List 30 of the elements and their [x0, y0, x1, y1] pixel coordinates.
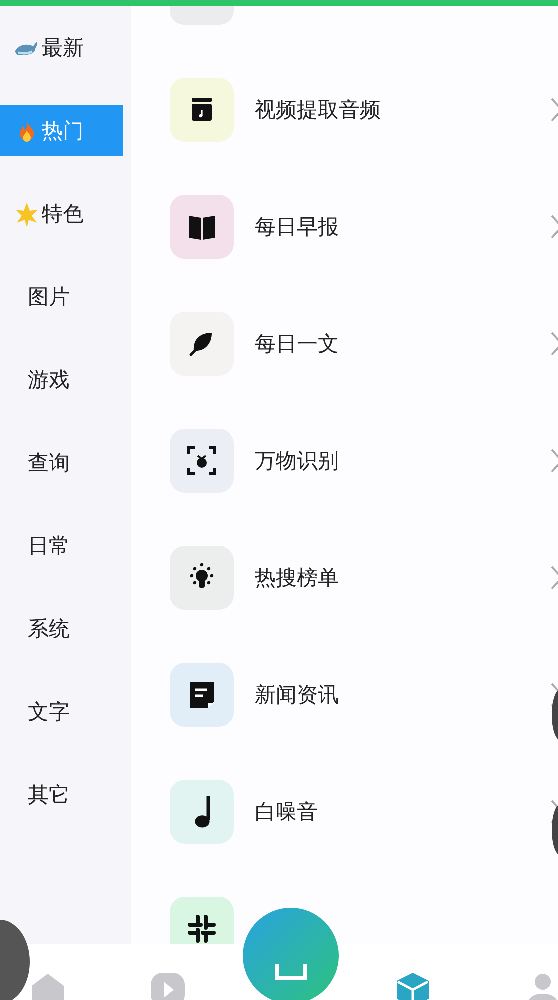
- tool-label[interactable]: 热搜榜单: [255, 564, 339, 592]
- tool-icon-tile[interactable]: [170, 546, 234, 610]
- category-tab[interactable]: 特色: [0, 188, 123, 239]
- tool-icon-tile[interactable]: [170, 780, 234, 844]
- tool-label[interactable]: 新闻资讯: [255, 680, 339, 708]
- cube-icon[interactable]: [395, 972, 431, 1000]
- tool-label[interactable]: 视频提取音频: [255, 96, 381, 124]
- whale-icon: [14, 40, 40, 54]
- tool-icon-tile[interactable]: [170, 194, 234, 258]
- tool-icon-tile[interactable]: [170, 662, 234, 726]
- music-note-icon: [194, 794, 210, 828]
- tool-icon-tile[interactable]: [170, 312, 234, 376]
- star-icon: [14, 202, 40, 226]
- tool-label[interactable]: 每日一文: [255, 330, 339, 358]
- category-tab[interactable]: 日常: [0, 520, 123, 571]
- category-tab[interactable]: 查询: [0, 437, 123, 488]
- tool-label[interactable]: 每日早报: [255, 212, 339, 240]
- category-tab[interactable]: 其它: [0, 769, 123, 820]
- category-tab[interactable]: 最新: [0, 22, 123, 73]
- tool-label[interactable]: 白噪音: [255, 798, 318, 826]
- category-tab[interactable]: 图片: [0, 271, 123, 322]
- tool-label[interactable]: 万物识别: [255, 446, 339, 474]
- tool-icon-tile: [170, 6, 234, 25]
- scan-icon: [185, 444, 219, 478]
- category-tab[interactable]: 文字: [0, 686, 123, 737]
- tool-icon-tile[interactable]: [170, 896, 234, 944]
- category-tab[interactable]: 系统: [0, 603, 123, 654]
- category-tab[interactable]: 游戏: [0, 354, 123, 405]
- tool-icon-tile[interactable]: [170, 428, 234, 492]
- tool-icon-tile[interactable]: [170, 78, 234, 142]
